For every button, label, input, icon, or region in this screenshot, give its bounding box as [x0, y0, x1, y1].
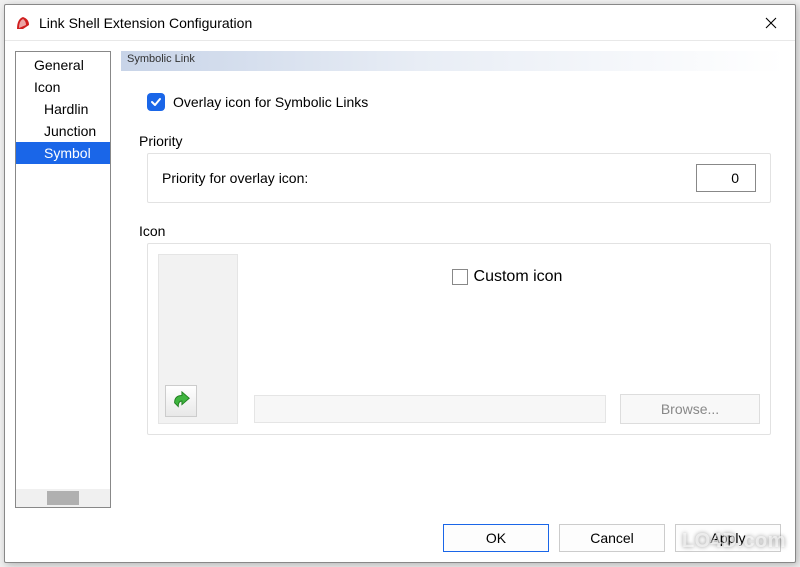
- content-pane: Symbolic Link Overlay icon for Symbolic …: [121, 51, 785, 508]
- icon-group: Icon Custom icon: [147, 223, 771, 435]
- section-header: Symbolic Link: [121, 51, 785, 71]
- icon-title: Icon: [139, 223, 771, 239]
- priority-label: Priority for overlay icon:: [162, 170, 308, 186]
- custom-icon-label: Custom icon: [474, 268, 563, 286]
- tree-item-symbolic[interactable]: Symbol: [16, 142, 110, 164]
- button-bar: OK Cancel Apply: [5, 518, 795, 562]
- tree-item-junction[interactable]: Junction: [16, 120, 110, 142]
- titlebar: Link Shell Extension Configuration: [5, 5, 795, 41]
- apply-button[interactable]: Apply: [675, 524, 781, 552]
- ok-button[interactable]: OK: [443, 524, 549, 552]
- custom-icon-checkbox[interactable]: [452, 269, 468, 285]
- close-icon: [765, 17, 777, 29]
- priority-input[interactable]: [696, 164, 756, 192]
- tree-item-hardlink[interactable]: Hardlin: [16, 98, 110, 120]
- dialog-window: Link Shell Extension Configuration Gener…: [4, 4, 796, 563]
- cancel-button[interactable]: Cancel: [559, 524, 665, 552]
- app-icon: [13, 13, 33, 33]
- icon-preview: [158, 254, 238, 424]
- tree-item-icon[interactable]: − Icon: [16, 76, 110, 98]
- overlay-checkbox-label: Overlay icon for Symbolic Links: [173, 94, 368, 110]
- scrollbar-thumb[interactable]: [47, 491, 79, 505]
- close-button[interactable]: [749, 5, 793, 40]
- overlay-checkbox[interactable]: [147, 93, 165, 111]
- dialog-body: General − Icon Hardlin Junction Symbol S…: [5, 41, 795, 518]
- nav-tree[interactable]: General − Icon Hardlin Junction Symbol: [16, 52, 110, 489]
- tree-hscrollbar[interactable]: [16, 489, 110, 507]
- priority-group: Priority Priority for overlay icon:: [147, 133, 771, 203]
- browse-button[interactable]: Browse...: [620, 394, 760, 424]
- tree-pane: General − Icon Hardlin Junction Symbol: [15, 51, 111, 508]
- symbolic-link-icon: [165, 385, 197, 417]
- tree-item-general[interactable]: General: [16, 54, 110, 76]
- checkmark-icon: [150, 96, 162, 108]
- priority-title: Priority: [139, 133, 771, 149]
- icon-path-input[interactable]: [254, 395, 606, 423]
- window-title: Link Shell Extension Configuration: [39, 15, 749, 31]
- overlay-checkbox-row: Overlay icon for Symbolic Links: [147, 93, 771, 111]
